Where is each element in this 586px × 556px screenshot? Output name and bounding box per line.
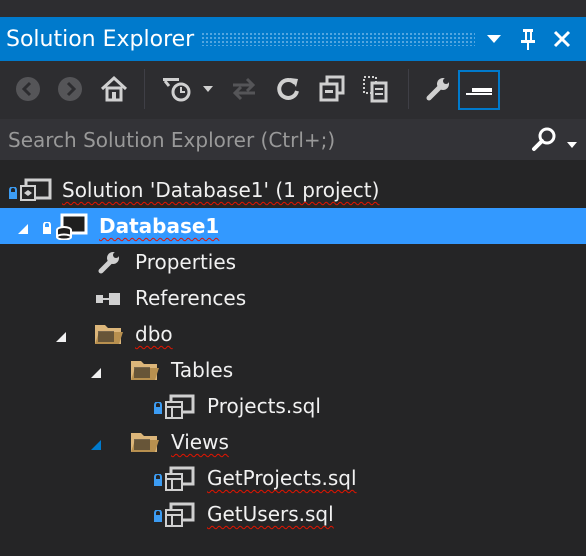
filter-dropdown-icon[interactable] — [196, 73, 220, 105]
window-title: Solution Explorer — [6, 26, 195, 52]
lock-icon — [8, 184, 18, 203]
getprojects-sql-label: GetProjects.sql — [207, 466, 357, 490]
preview-selected-items-icon[interactable] — [458, 70, 500, 110]
getprojects-sql-label-text: GetProjects.sql — [207, 466, 357, 490]
views-label-text: Views — [171, 430, 229, 454]
dbo-label: dbo — [135, 322, 173, 346]
forward-icon[interactable] — [54, 73, 86, 105]
drag-grip[interactable] — [201, 32, 475, 46]
folder-icon — [93, 321, 125, 351]
lock-icon — [42, 219, 52, 238]
top-band — [0, 0, 586, 17]
tables-label: Tables — [171, 358, 234, 382]
wrench-icon — [97, 250, 121, 278]
home-icon[interactable] — [98, 73, 130, 105]
tree-item-project[interactable]: Database1 — [0, 208, 586, 244]
expanded-arrow-icon[interactable] — [17, 220, 29, 239]
toolbar-separator — [408, 69, 409, 109]
getusers-sql-label: GetUsers.sql — [207, 502, 334, 526]
toolbar-separator — [144, 69, 145, 109]
search-box[interactable] — [0, 119, 586, 160]
back-icon[interactable] — [12, 73, 44, 105]
tree-item-tables-folder[interactable]: Tables — [0, 352, 586, 388]
collapse-all-icon[interactable] — [316, 73, 348, 105]
expanded-arrow-icon[interactable] — [90, 364, 102, 383]
expanded-arrow-icon[interactable] — [55, 328, 67, 347]
dropdown-icon[interactable] — [479, 17, 509, 61]
references-label: References — [135, 286, 247, 310]
lock-icon — [153, 507, 163, 526]
properties-label: Properties — [135, 250, 237, 274]
getusers-sql-label-text: GetUsers.sql — [207, 502, 334, 526]
tree-item-references[interactable]: References — [0, 280, 586, 316]
project-label: Database1 — [99, 214, 219, 238]
show-all-files-icon[interactable] — [360, 73, 392, 105]
tool-window-title-bar[interactable]: Solution Explorer — [0, 17, 586, 61]
database-project-icon — [54, 212, 88, 244]
folder-icon — [129, 429, 161, 459]
search-icon[interactable] — [530, 125, 558, 157]
solution-label: Solution 'Database1' (1 project) — [62, 178, 379, 202]
table-file-icon — [165, 394, 195, 424]
views-label: Views — [171, 430, 229, 454]
solution-explorer-toolbar — [0, 61, 586, 119]
properties-icon[interactable] — [422, 73, 454, 105]
search-input[interactable] — [0, 119, 528, 160]
references-icon — [95, 291, 123, 310]
pending-changes-filter-icon[interactable] — [160, 73, 192, 105]
lock-icon — [153, 471, 163, 490]
projects-sql-label: Projects.sql — [207, 394, 321, 418]
view-file-icon — [165, 502, 195, 532]
solution-tree: Solution 'Database1' (1 project) Databas… — [0, 160, 586, 556]
search-options-dropdown-icon[interactable] — [566, 134, 578, 153]
expanded-arrow-icon[interactable] — [90, 436, 102, 455]
tree-item-properties[interactable]: Properties — [0, 244, 586, 280]
tree-item-getprojects-sql[interactable]: GetProjects.sql — [0, 460, 586, 496]
solution-label-text: Solution 'Database1' (1 project) — [62, 178, 380, 202]
tree-item-views-folder[interactable]: Views — [0, 424, 586, 460]
close-icon[interactable] — [547, 17, 577, 61]
view-file-icon — [165, 466, 195, 496]
folder-icon — [129, 357, 161, 387]
tree-item-projects-sql[interactable]: Projects.sql — [0, 388, 586, 424]
tree-item-solution[interactable]: Solution 'Database1' (1 project) — [0, 172, 586, 208]
solution-icon — [20, 177, 52, 207]
project-label-text: Database1 — [99, 214, 220, 238]
dbo-label-text: dbo — [135, 322, 173, 346]
lock-icon — [153, 399, 163, 418]
sync-icon[interactable] — [228, 73, 260, 105]
tree-item-getusers-sql[interactable]: GetUsers.sql — [0, 496, 586, 532]
tree-item-dbo-folder[interactable]: dbo — [0, 316, 586, 352]
refresh-icon[interactable] — [272, 73, 304, 105]
pin-icon[interactable] — [513, 17, 543, 61]
